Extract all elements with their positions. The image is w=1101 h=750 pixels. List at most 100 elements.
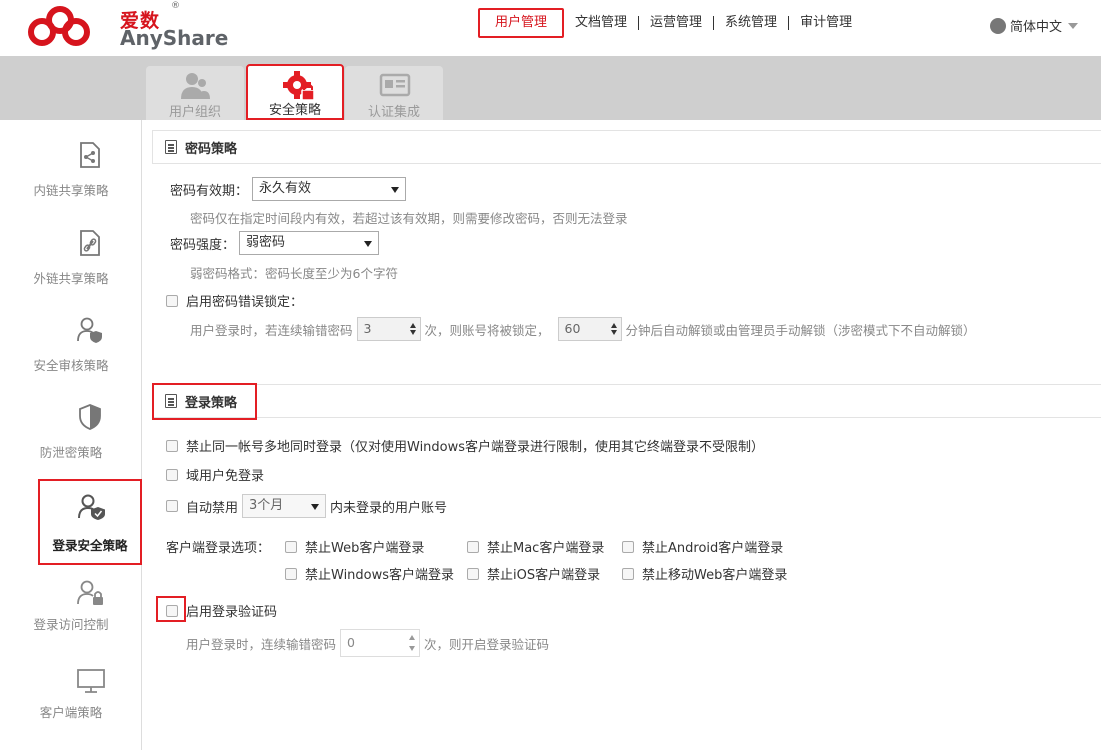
lockout-attempts-spinner[interactable]: 3: [356, 317, 421, 341]
password-lockout-detail: 用户登录时，若连续输错密码 3 次，则账号将被锁定， 60 分钟后自动解锁或由管…: [190, 317, 976, 341]
tab-label: 认证集成: [367, 105, 420, 120]
user-check-icon: [78, 494, 105, 520]
sidebar-item-login-access[interactable]: 登录访问控制: [0, 570, 142, 656]
captcha-checkbox-highlight: [156, 596, 186, 622]
section-title: 密码策略: [185, 141, 238, 157]
option-label: 禁止Web客户端登录: [305, 541, 425, 556]
sidebar-item-anti-leak[interactable]: 防泄密策略: [0, 382, 142, 468]
password-lockout-row: 启用密码错误锁定：: [166, 291, 303, 310]
caret-down-icon: [311, 504, 320, 510]
auto-disable-checkbox[interactable]: [166, 500, 178, 512]
password-validity-label: 密码有效期：: [170, 183, 249, 199]
tab-auth-integration[interactable]: 认证集成: [345, 66, 443, 120]
nav-document-management[interactable]: 文档管理: [564, 16, 638, 30]
client-option-ios: 禁止iOS客户端登录: [467, 564, 600, 583]
users-icon: [181, 73, 210, 99]
option-label: 禁止移动Web客户端登录: [642, 568, 788, 583]
select-value: 弱密码: [246, 235, 286, 250]
arrow-down-icon[interactable]: [409, 646, 416, 651]
captcha-text-2: 次，则开启登录验证码: [424, 636, 550, 652]
tab-user-org[interactable]: 用户组织: [146, 66, 244, 120]
language-label: 简体中文: [1010, 20, 1063, 35]
sidebar-item-label: 客户端策略: [39, 705, 103, 720]
password-strength-select[interactable]: 弱密码: [239, 231, 380, 255]
login-policy-highlight: [152, 383, 257, 420]
sidebar-item-label: 登录访问控制: [33, 617, 109, 632]
option-label: 禁止iOS客户端登录: [487, 568, 601, 583]
password-strength-row: 密码强度： 弱密码: [170, 231, 380, 255]
tab-label: 安全策略: [268, 103, 321, 118]
login-policy-header: 登录策略: [152, 384, 1101, 418]
logo-registered-mark: ®: [171, 1, 180, 11]
main-nav: 用户管理 文档管理 运营管理 系统管理 审计管理: [478, 8, 863, 38]
password-strength-label: 密码强度：: [170, 237, 236, 253]
disable-android-checkbox[interactable]: [622, 540, 634, 553]
arrow-down-icon[interactable]: [409, 330, 416, 335]
disable-web-checkbox[interactable]: [285, 540, 297, 553]
arrow-up-icon[interactable]: [409, 635, 416, 640]
client-option-windows: 禁止Windows客户端登录: [285, 564, 454, 583]
nav-audit-management[interactable]: 审计管理: [788, 16, 863, 30]
user-lock-icon: [77, 580, 103, 605]
captcha-label: 启用登录验证码: [186, 605, 278, 620]
arrow-up-icon[interactable]: [409, 323, 416, 328]
captcha-attempts-spinner[interactable]: 0: [340, 629, 421, 657]
sidebar-item-external-share[interactable]: 外链共享策略: [0, 208, 142, 294]
tab-security-policy[interactable]: 安全策略: [246, 64, 344, 120]
option-label: 禁止Mac客户端登录: [487, 541, 605, 556]
client-options-label-row: 客户端登录选项：: [166, 537, 270, 556]
spinner-value: 60: [564, 321, 581, 336]
top-bar: 爱数 ® AnyShare 用户管理 文档管理 运营管理 系统管理 审计管理 简…: [0, 0, 1101, 56]
disable-mobile-web-checkbox[interactable]: [622, 567, 634, 580]
password-validity-hint: 密码仅在指定时间段内有效，若超过该有效期，则需要修改密码，否则无法登录: [190, 211, 628, 226]
sidebar-item-label: 内链共享策略: [33, 183, 109, 198]
sidebar-item-internal-share[interactable]: 内链共享策略: [0, 120, 142, 206]
multi-login-row: 禁止同一帐号多地同时登录（仅对使用Windows客户端登录进行限制，使用其它终端…: [166, 436, 764, 455]
multi-login-label: 禁止同一帐号多地同时登录（仅对使用Windows客户端登录进行限制，使用其它终端…: [186, 440, 765, 455]
password-policy-header: 密码策略: [152, 130, 1101, 164]
disable-mac-checkbox[interactable]: [467, 540, 479, 553]
multi-login-checkbox[interactable]: [166, 439, 178, 452]
domain-free-label: 域用户免登录: [186, 469, 265, 484]
sidebar-item-login-security[interactable]: 登录安全策略: [38, 479, 142, 565]
lockout-minutes-spinner[interactable]: 60: [557, 317, 622, 341]
client-option-mobile-web: 禁止移动Web客户端登录: [622, 564, 787, 583]
auto-disable-label: 自动禁用: [186, 500, 239, 516]
lockout-text-1: 用户登录时，若连续输错密码: [190, 322, 353, 338]
password-lockout-checkbox[interactable]: [166, 294, 178, 307]
user-shield-icon: [77, 317, 102, 343]
language-selector[interactable]: 简体中文: [990, 16, 1079, 35]
arrow-up-icon[interactable]: [610, 323, 617, 328]
tab-label: 用户组织: [168, 105, 221, 120]
auto-disable-suffix: 内未登录的用户账号: [330, 500, 448, 516]
password-validity-row: 密码有效期： 永久有效: [170, 177, 407, 201]
spinner-value: 3: [363, 321, 372, 336]
select-value: 永久有效: [259, 181, 312, 196]
disable-ios-checkbox[interactable]: [467, 567, 479, 580]
monitor-icon: [77, 669, 105, 693]
nav-system-management[interactable]: 系统管理: [713, 16, 788, 30]
nav-user-management[interactable]: 用户管理: [478, 8, 565, 38]
logo-en-text: AnyShare: [120, 26, 229, 50]
sidebar-item-client-policy[interactable]: 客户端策略: [0, 660, 142, 746]
lockout-text-2: 次，则账号将被锁定，: [424, 322, 550, 338]
option-label: 禁止Windows客户端登录: [305, 568, 455, 583]
auto-disable-period-select[interactable]: 3个月: [242, 494, 327, 518]
sidebar-item-label: 防泄密策略: [39, 445, 103, 460]
option-label: 禁止Android客户端登录: [642, 541, 784, 556]
globe-icon: [990, 17, 1006, 34]
captcha-detail: 用户登录时，连续输错密码 0 次，则开启登录验证码: [186, 629, 549, 657]
select-value: 3个月: [249, 498, 284, 513]
lockout-text-3: 分钟后自动解锁或由管理员手动解锁（涉密模式下不自动解锁）: [625, 322, 976, 338]
captcha-text-1: 用户登录时，连续输错密码: [186, 636, 337, 652]
disable-windows-checkbox[interactable]: [285, 567, 297, 580]
domain-free-checkbox[interactable]: [166, 468, 178, 481]
password-strength-hint: 弱密码格式：密码长度至少为6个字符: [190, 266, 398, 281]
password-validity-select[interactable]: 永久有效: [252, 177, 407, 201]
password-lockout-label: 启用密码错误锁定：: [186, 295, 304, 310]
sidebar-item-security-audit[interactable]: 安全审核策略: [0, 295, 142, 381]
nav-operation-management[interactable]: 运营管理: [638, 16, 713, 30]
arrow-down-icon[interactable]: [610, 330, 617, 335]
sidebar-item-label: 登录安全策略: [52, 538, 128, 553]
sidebar-item-label: 外链共享策略: [33, 271, 109, 286]
